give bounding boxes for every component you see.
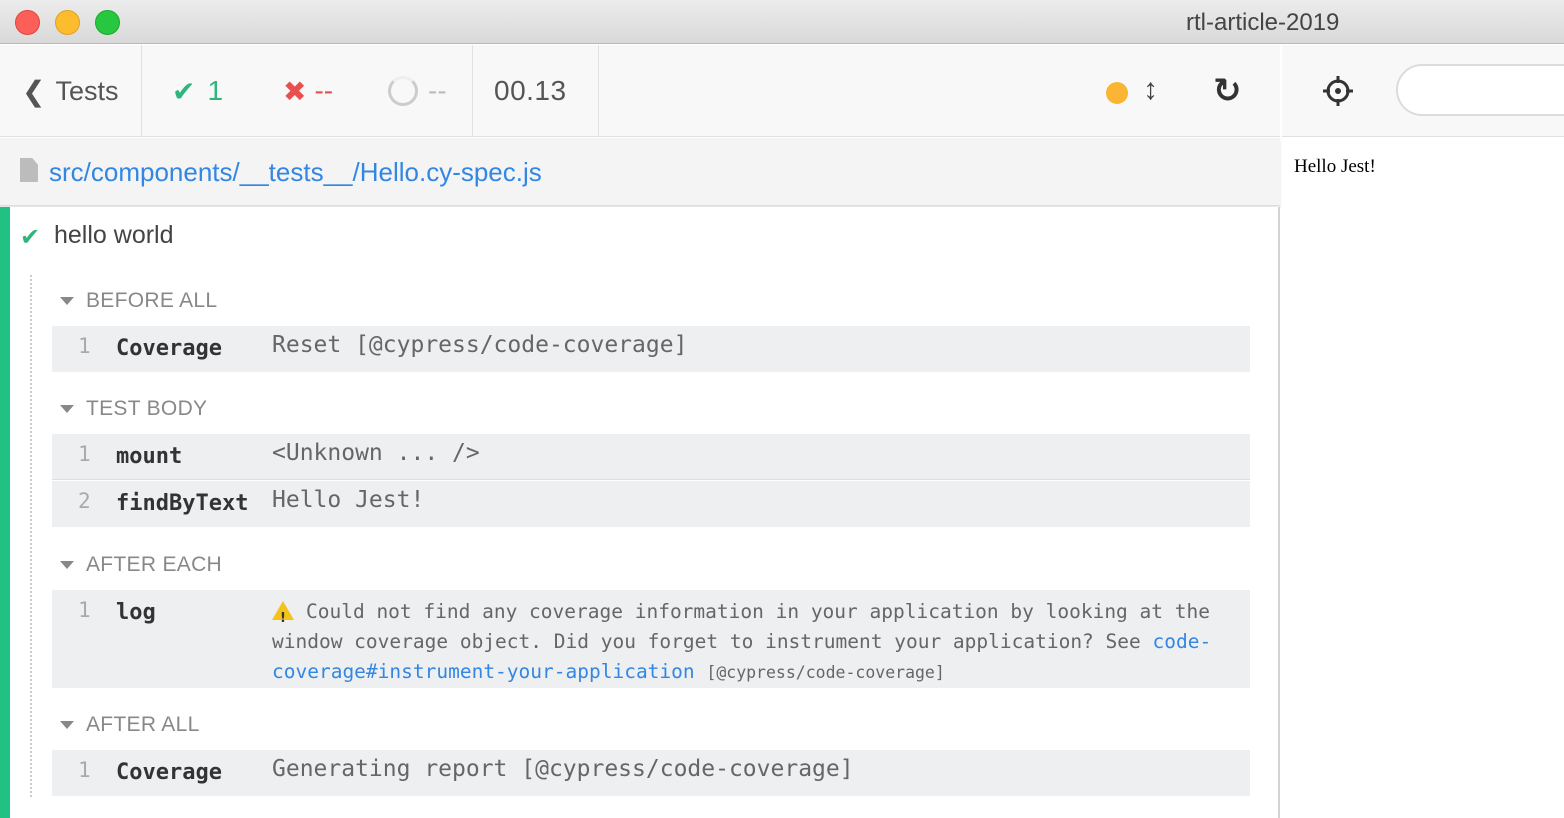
command-name: Coverage bbox=[116, 760, 222, 785]
command-message: Generating report [@cypress/code-coverag… bbox=[272, 756, 854, 782]
x-icon: ✖ bbox=[283, 75, 307, 107]
failed-value: -- bbox=[314, 75, 334, 106]
caret-down-icon bbox=[60, 405, 74, 414]
back-to-tests-button[interactable]: ❮ Tests bbox=[22, 45, 119, 137]
pending-count: -- bbox=[388, 45, 447, 137]
log-message-text: Could not find any coverage information … bbox=[272, 600, 1210, 653]
passed-count: ✔ 1 bbox=[172, 45, 223, 137]
command-number: 1 bbox=[78, 334, 91, 358]
close-window-button[interactable] bbox=[15, 10, 40, 35]
pending-value: -- bbox=[428, 75, 447, 106]
hook-after-all[interactable]: AFTER ALL bbox=[60, 713, 200, 737]
chevron-left-icon: ❮ bbox=[22, 75, 46, 107]
command-message: Hello Jest! bbox=[272, 487, 425, 513]
spinner-icon bbox=[388, 76, 418, 106]
warning-icon bbox=[272, 601, 294, 634]
hook-after-each[interactable]: AFTER EACH bbox=[60, 553, 222, 577]
app-content-text: Hello Jest! bbox=[1294, 156, 1376, 177]
caret-down-icon bbox=[60, 297, 74, 306]
test-pass-indicator bbox=[0, 207, 10, 818]
aut-url-field[interactable] bbox=[1396, 64, 1564, 116]
running-indicator bbox=[1106, 82, 1128, 104]
command-message: Reset [@cypress/code-coverage] bbox=[272, 332, 688, 358]
spec-file-bar: src/components/__tests__/Hello.cy-spec.j… bbox=[0, 138, 1280, 206]
check-icon: ✔ bbox=[20, 224, 41, 251]
divider bbox=[598, 45, 599, 137]
hook-label: AFTER EACH bbox=[86, 553, 223, 576]
command-name: findByText bbox=[116, 491, 249, 516]
command-number: 2 bbox=[78, 489, 91, 513]
command-row[interactable]: 1 Coverage Generating report [@cypress/c… bbox=[52, 750, 1250, 796]
hook-label: TEST BODY bbox=[86, 397, 208, 420]
command-row[interactable]: 1 log Could not find any coverage inform… bbox=[52, 590, 1250, 688]
divider bbox=[141, 45, 142, 137]
maximize-window-button[interactable] bbox=[95, 10, 120, 35]
test-title[interactable]: hello world bbox=[54, 221, 174, 250]
command-row[interactable]: 1 Coverage Reset [@cypress/code-coverage… bbox=[52, 326, 1250, 372]
passed-value: 1 bbox=[207, 75, 224, 106]
minimize-window-button[interactable] bbox=[55, 10, 80, 35]
reporter-header: ❮ Tests ✔ 1 ✖ -- -- 00.13 ↕ ↻ bbox=[0, 45, 1280, 137]
command-row[interactable]: 2 findByText Hello Jest! bbox=[52, 481, 1250, 527]
command-row[interactable]: 1 mount <Unknown ... /> bbox=[52, 434, 1250, 480]
plugin-tag: [@cypress/code-coverage] bbox=[706, 663, 945, 682]
crosshair-icon[interactable] bbox=[1322, 75, 1354, 107]
command-number: 1 bbox=[78, 442, 91, 466]
spec-path-link[interactable]: src/components/__tests__/Hello.cy-spec.j… bbox=[49, 157, 542, 188]
command-message: <Unknown ... /> bbox=[272, 440, 480, 466]
resize-icon[interactable]: ↕ bbox=[1143, 73, 1158, 107]
failed-count: ✖ -- bbox=[283, 45, 333, 137]
command-name: Coverage bbox=[116, 336, 222, 361]
reload-icon[interactable]: ↻ bbox=[1213, 71, 1242, 111]
command-name: log bbox=[116, 600, 156, 625]
command-name: mount bbox=[116, 444, 183, 469]
hook-label: BEFORE ALL bbox=[86, 289, 218, 312]
caret-down-icon bbox=[60, 721, 74, 730]
command-log: ✔ hello world BEFORE ALL 1 Coverage Rese… bbox=[0, 207, 1280, 818]
divider bbox=[472, 45, 473, 137]
duration: 00.13 bbox=[494, 75, 567, 106]
caret-down-icon bbox=[60, 561, 74, 570]
window-title: rtl-article-2019 bbox=[1186, 9, 1340, 36]
file-icon bbox=[20, 158, 38, 182]
hook-test-body[interactable]: TEST BODY bbox=[60, 397, 207, 421]
command-message: Could not find any coverage information … bbox=[272, 597, 1242, 688]
window-titlebar: rtl-article-2019 bbox=[0, 0, 1564, 44]
hook-before-all[interactable]: BEFORE ALL bbox=[60, 289, 217, 313]
app-preview-frame bbox=[1282, 138, 1564, 818]
check-icon: ✔ bbox=[172, 75, 196, 107]
command-number: 1 bbox=[78, 598, 91, 622]
hook-guide-line bbox=[30, 275, 32, 797]
back-label: Tests bbox=[55, 75, 119, 106]
command-number: 1 bbox=[78, 758, 91, 782]
hook-label: AFTER ALL bbox=[86, 713, 200, 736]
